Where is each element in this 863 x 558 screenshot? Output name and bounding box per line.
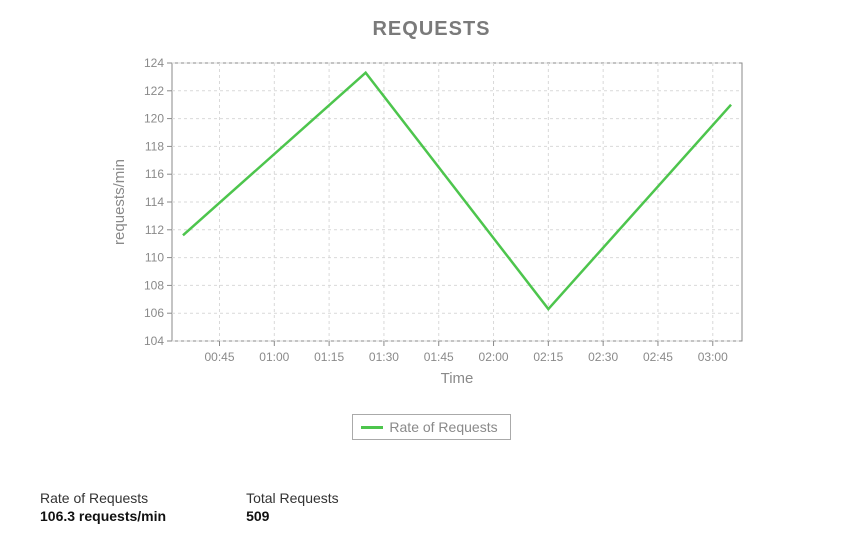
legend: Rate of Requests <box>352 414 510 440</box>
svg-text:02:45: 02:45 <box>642 350 672 364</box>
chart-area: 104 106 108 110 112 114 116 118 120 122 124 00:45 01… <box>102 51 762 406</box>
svg-text:106: 106 <box>143 306 163 320</box>
svg-text:104: 104 <box>143 334 163 348</box>
chart-title: REQUESTS <box>0 0 863 41</box>
svg-text:01:30: 01:30 <box>368 350 398 364</box>
svg-text:116: 116 <box>144 167 163 181</box>
stat-rate-label: Rate of Requests <box>40 490 166 506</box>
svg-text:02:15: 02:15 <box>533 350 563 364</box>
svg-text:02:00: 02:00 <box>478 350 508 364</box>
svg-text:02:30: 02:30 <box>588 350 618 364</box>
svg-text:01:00: 01:00 <box>259 350 289 364</box>
stat-total-label: Total Requests <box>246 490 339 506</box>
chart-svg: 104 106 108 110 112 114 116 118 120 122 124 00:45 01… <box>102 51 762 401</box>
svg-text:01:15: 01:15 <box>314 350 344 364</box>
stat-total: Total Requests 509 <box>246 490 339 524</box>
svg-text:118: 118 <box>144 139 163 153</box>
stat-rate: Rate of Requests 106.3 requests/min <box>40 490 166 524</box>
svg-text:Time: Time <box>440 370 473 387</box>
svg-text:124: 124 <box>143 56 163 70</box>
svg-text:114: 114 <box>144 195 163 209</box>
legend-label: Rate of Requests <box>389 419 497 435</box>
svg-text:120: 120 <box>143 112 163 126</box>
summary-stats: Rate of Requests 106.3 requests/min Tota… <box>40 490 339 524</box>
stat-total-value: 509 <box>246 508 339 524</box>
svg-text:00:45: 00:45 <box>204 350 234 364</box>
svg-text:110: 110 <box>144 251 163 265</box>
svg-text:01:45: 01:45 <box>423 350 453 364</box>
svg-text:requests/min: requests/min <box>111 159 128 245</box>
legend-swatch <box>361 426 383 429</box>
svg-text:122: 122 <box>143 84 163 98</box>
stat-rate-value: 106.3 requests/min <box>40 508 166 524</box>
svg-text:112: 112 <box>144 223 163 237</box>
svg-text:108: 108 <box>143 278 163 292</box>
svg-text:03:00: 03:00 <box>697 350 727 364</box>
